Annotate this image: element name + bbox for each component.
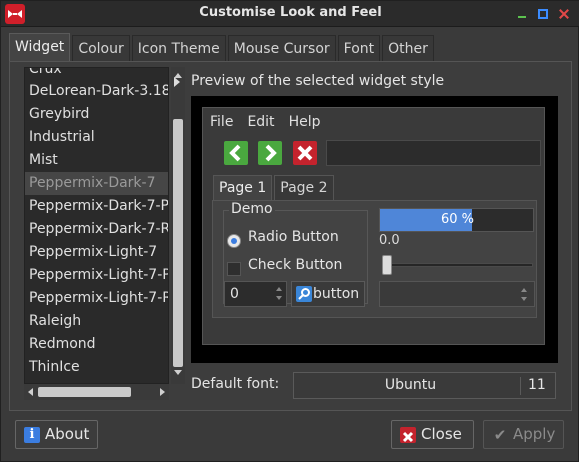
list-item[interactable]: Raleigh <box>25 310 168 333</box>
list-item[interactable]: Peppermix-Light-7 <box>25 241 168 264</box>
tab-bar: Widget Colour Icon Theme Mouse Cursor Fo… <box>9 33 436 61</box>
close-label: Close <box>421 425 462 443</box>
window: Customise Look and Feel Widget Colour Ic… <box>0 0 579 462</box>
list-item[interactable]: Redmond <box>25 333 168 356</box>
font-name: Ubuntu <box>384 377 437 393</box>
tab-widget[interactable]: Widget <box>9 33 71 61</box>
spin-up-icon[interactable] <box>276 287 282 291</box>
checkmark-icon: ✔ <box>493 426 507 444</box>
preview-tab-bar: Page 1 Page 2 <box>213 175 336 200</box>
scale-value: 0.0 <box>379 233 400 248</box>
menu-file[interactable]: File <box>203 110 240 134</box>
list-item[interactable]: Crux <box>25 68 168 80</box>
close-icon <box>400 427 416 443</box>
search-button[interactable]: button <box>291 281 365 307</box>
spin-down-icon[interactable] <box>276 296 282 300</box>
list-item[interactable]: Mist <box>25 149 168 172</box>
spin-value: 0 <box>230 286 239 302</box>
window-title: Customise Look and Feel <box>199 5 382 20</box>
title-bar[interactable]: Customise Look and Feel <box>1 1 579 27</box>
progress-text: 60 % <box>440 212 474 227</box>
scrollbar-thumb[interactable] <box>173 119 183 367</box>
list-item[interactable]: DeLorean-Dark-3.18 <box>25 80 168 103</box>
check-button-label[interactable]: Check Button <box>248 257 342 273</box>
radio-button-label[interactable]: Radio Button <box>248 229 339 245</box>
toolbar-entry[interactable] <box>326 140 541 166</box>
minimize-button[interactable] <box>516 8 528 20</box>
scroll-right-arrow-icon[interactable] <box>160 388 165 396</box>
preview-tab-pane: Demo Radio Button Check Button 0 button <box>212 200 537 318</box>
slider-handle[interactable] <box>382 255 392 275</box>
preview-menubar: File Edit Help <box>203 110 327 134</box>
about-button[interactable]: i About <box>15 420 98 449</box>
combo-box[interactable] <box>379 281 535 307</box>
back-button[interactable] <box>224 141 248 165</box>
spin-button[interactable]: 0 <box>224 281 287 307</box>
font-separator <box>520 377 521 395</box>
close-window-button[interactable] <box>558 8 570 20</box>
maximize-button[interactable] <box>538 9 548 19</box>
check-button[interactable] <box>227 262 241 276</box>
font-size: 11 <box>528 377 546 393</box>
scroll-down-arrow-icon[interactable] <box>174 370 182 375</box>
menu-help[interactable]: Help <box>282 110 328 134</box>
tab-page-2[interactable]: Page 2 <box>274 175 334 200</box>
tab-page-1[interactable]: Page 1 <box>213 175 273 200</box>
forward-arrow-icon <box>265 144 277 162</box>
theme-list[interactable]: Crux DeLorean-Dark-3.18 Greybird Industr… <box>24 67 169 384</box>
theme-list-horizontal-scrollbar[interactable] <box>24 384 169 400</box>
list-item[interactable]: Peppermix-Dark-7-Pi <box>25 195 168 218</box>
list-item[interactable]: Peppermix-Light-7-R <box>25 287 168 310</box>
tab-other[interactable]: Other <box>382 35 434 61</box>
default-font-label: Default font: <box>191 376 280 392</box>
info-icon: i <box>24 427 40 443</box>
font-chooser-button[interactable]: Ubuntu 11 <box>293 372 556 399</box>
list-item-selected[interactable]: Peppermix-Dark-7 <box>25 172 168 195</box>
slider-track[interactable] <box>385 263 533 267</box>
tab-icon-theme[interactable]: Icon Theme <box>131 35 226 61</box>
tab-colour[interactable]: Colour <box>72 35 130 61</box>
about-label: About <box>45 425 90 443</box>
tab-mouse-cursor[interactable]: Mouse Cursor <box>227 35 336 61</box>
apply-label: Apply <box>513 425 556 443</box>
combo-up-icon <box>521 288 527 292</box>
progress-bar: 60 % <box>379 208 534 232</box>
list-item[interactable]: Peppermix-Light-7-P <box>25 264 168 287</box>
forward-button[interactable] <box>258 141 282 165</box>
list-item[interactable]: ThinIce <box>25 356 168 379</box>
widget-preview: File Edit Help Page 1 Page 2 Demo Radio … <box>191 96 558 363</box>
demo-frame-label: Demo <box>229 201 275 217</box>
menu-edit[interactable]: Edit <box>240 110 281 134</box>
radio-button[interactable] <box>227 234 241 248</box>
apply-button[interactable]: ✔ Apply <box>483 420 564 449</box>
scrollbar-thumb[interactable] <box>38 387 131 397</box>
list-item[interactable]: Greybird <box>25 103 168 126</box>
preview-window: File Edit Help Page 1 Page 2 Demo Radio … <box>202 107 545 345</box>
expander-arrow-icon[interactable] <box>174 77 180 87</box>
close-icon <box>297 145 313 161</box>
back-arrow-icon <box>229 144 241 162</box>
scroll-left-arrow-icon[interactable] <box>28 388 33 396</box>
list-item[interactable]: Peppermix-Dark-7-Re <box>25 218 168 241</box>
button-label: button <box>313 286 360 302</box>
combo-down-icon <box>521 297 527 301</box>
search-icon <box>296 286 312 302</box>
tab-font[interactable]: Font <box>337 35 381 61</box>
stop-button[interactable] <box>293 141 317 165</box>
preview-label: Preview of the selected widget style <box>191 73 445 89</box>
list-item[interactable]: Industrial <box>25 126 168 149</box>
theme-list-vertical-scrollbar[interactable] <box>171 67 185 384</box>
close-button[interactable]: Close <box>391 420 474 449</box>
